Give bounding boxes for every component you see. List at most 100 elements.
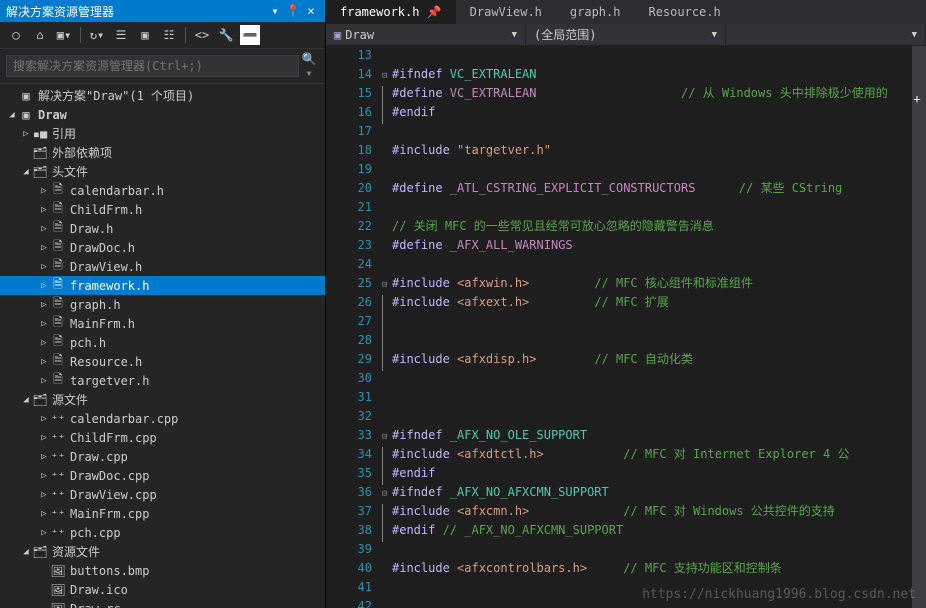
- code-content[interactable]: ⊟#ifndef VC_EXTRALEAN #define VC_EXTRALE…: [382, 46, 926, 608]
- search-icon[interactable]: 🔍▾: [299, 52, 319, 80]
- expand-icon[interactable]: ▷: [38, 319, 50, 329]
- search-input[interactable]: [6, 55, 299, 77]
- code-line[interactable]: ⊟#ifndef _AFX_NO_AFXCMN_SUPPORT: [382, 483, 926, 502]
- code-line[interactable]: #endif // _AFX_NO_AFXCMN_SUPPORT: [382, 521, 926, 540]
- tree-item[interactable]: ▷🗎graph.h: [0, 295, 325, 314]
- pin-icon[interactable]: 📍: [285, 4, 301, 18]
- tree-item[interactable]: ▷🗎Draw.h: [0, 219, 325, 238]
- scope-global-dropdown[interactable]: (全局范围) ▼: [526, 24, 726, 45]
- code-line[interactable]: #include <afxcmn.h> // MFC 对 Windows 公共控…: [382, 502, 926, 521]
- filter-icon[interactable]: ☰: [111, 25, 131, 45]
- code-line[interactable]: #define VC_EXTRALEAN // 从 Windows 头中排除极少…: [382, 84, 926, 103]
- expand-icon[interactable]: ◢: [20, 395, 32, 405]
- solution-tree[interactable]: ▣解决方案"Draw"(1 个项目)◢▣Draw▷▪■引用🗂外部依赖项◢🗂头文件…: [0, 84, 325, 608]
- refresh-icon[interactable]: ↻▾: [87, 25, 107, 45]
- expand-icon[interactable]: ▷: [38, 243, 50, 253]
- show-all-icon[interactable]: ▣: [135, 25, 155, 45]
- tree-item[interactable]: ▷⁺⁺ChildFrm.cpp: [0, 428, 325, 447]
- expand-icon[interactable]: ▷: [38, 224, 50, 234]
- expand-icon[interactable]: ▷: [38, 300, 50, 310]
- editor-tab[interactable]: framework.h 📌: [326, 0, 456, 24]
- tree-item[interactable]: ▷🗎targetver.h: [0, 371, 325, 390]
- code-line[interactable]: [382, 255, 926, 274]
- dropdown-icon[interactable]: ▾: [267, 4, 283, 18]
- tree-item[interactable]: ◢🗂源文件: [0, 390, 325, 409]
- tree-item[interactable]: ▷🗎framework.h: [0, 276, 325, 295]
- tree-item[interactable]: ▷⁺⁺MainFrm.cpp: [0, 504, 325, 523]
- expand-icon[interactable]: ▷: [20, 129, 32, 139]
- tree-item[interactable]: ◢🗂资源文件: [0, 542, 325, 561]
- tree-item[interactable]: ▷🗎MainFrm.h: [0, 314, 325, 333]
- code-line[interactable]: [382, 312, 926, 331]
- vertical-scrollbar[interactable]: [912, 46, 926, 608]
- editor-tab[interactable]: graph.h: [556, 0, 635, 24]
- home-icon[interactable]: ⌂: [30, 25, 50, 45]
- code-line[interactable]: [382, 540, 926, 559]
- expand-icon[interactable]: ▷: [38, 338, 50, 348]
- editor-tab[interactable]: DrawView.h: [456, 0, 556, 24]
- tree-item[interactable]: 🖼buttons.bmp: [0, 561, 325, 580]
- code-line[interactable]: #define _ATL_CSTRING_EXPLICIT_CONSTRUCTO…: [382, 179, 926, 198]
- expand-icon[interactable]: ▷: [38, 471, 50, 481]
- code-icon[interactable]: <>: [192, 25, 212, 45]
- code-line[interactable]: [382, 597, 926, 608]
- expand-icon[interactable]: ▷: [38, 281, 50, 291]
- code-line[interactable]: [382, 198, 926, 217]
- tree-item[interactable]: ◢▣Draw: [0, 105, 325, 124]
- code-line[interactable]: [382, 160, 926, 179]
- code-line[interactable]: [382, 369, 926, 388]
- properties-icon[interactable]: 🔧: [216, 25, 236, 45]
- split-icon[interactable]: +: [910, 92, 924, 106]
- code-line[interactable]: #include <afxdtctl.h> // MFC 对 Internet …: [382, 445, 926, 464]
- scope-member-dropdown[interactable]: ▼: [726, 24, 926, 45]
- expand-icon[interactable]: ▷: [38, 205, 50, 215]
- code-line[interactable]: [382, 46, 926, 65]
- expand-icon[interactable]: ◢: [20, 167, 32, 177]
- code-line[interactable]: [382, 331, 926, 350]
- tree-item[interactable]: ▷⁺⁺calendarbar.cpp: [0, 409, 325, 428]
- code-line[interactable]: ⊟#ifndef _AFX_NO_OLE_SUPPORT: [382, 426, 926, 445]
- tree-item[interactable]: ▷🗎pch.h: [0, 333, 325, 352]
- tree-item[interactable]: ▷🗎ChildFrm.h: [0, 200, 325, 219]
- tree-item[interactable]: ▷🗎calendarbar.h: [0, 181, 325, 200]
- tree-item[interactable]: ▷🗎DrawDoc.h: [0, 238, 325, 257]
- expand-icon[interactable]: ▷: [38, 528, 50, 538]
- code-line[interactable]: #include <afxdisp.h> // MFC 自动化类: [382, 350, 926, 369]
- code-line[interactable]: #include <afxext.h> // MFC 扩展: [382, 293, 926, 312]
- tree-item[interactable]: ◢🗂头文件: [0, 162, 325, 181]
- code-line[interactable]: #include <afxcontrolbars.h> // MFC 支持功能区…: [382, 559, 926, 578]
- code-line[interactable]: #include "targetver.h": [382, 141, 926, 160]
- sync-icon[interactable]: ▣▾: [54, 25, 74, 45]
- tree-item[interactable]: ▷🗎Resource.h: [0, 352, 325, 371]
- tree-item[interactable]: ▷⁺⁺Draw.cpp: [0, 447, 325, 466]
- tree-item[interactable]: 🖼Draw.rc: [0, 599, 325, 608]
- code-line[interactable]: ⊟#ifndef VC_EXTRALEAN: [382, 65, 926, 84]
- expand-icon[interactable]: ◢: [6, 110, 18, 120]
- code-line[interactable]: #endif: [382, 103, 926, 122]
- expand-icon[interactable]: ▷: [38, 414, 50, 424]
- expand-icon[interactable]: ▷: [38, 509, 50, 519]
- expand-icon[interactable]: ◢: [20, 547, 32, 557]
- back-icon[interactable]: ◯: [6, 25, 26, 45]
- code-line[interactable]: // 关闭 MFC 的一些常见且经常可放心忽略的隐藏警告消息: [382, 217, 926, 236]
- tree-item[interactable]: ▣解决方案"Draw"(1 个项目): [0, 86, 325, 105]
- tree-item[interactable]: ▷⁺⁺pch.cpp: [0, 523, 325, 542]
- collapse-icon[interactable]: ☷: [159, 25, 179, 45]
- expand-icon[interactable]: ▷: [38, 433, 50, 443]
- expand-icon[interactable]: ▷: [38, 452, 50, 462]
- tree-item[interactable]: ▷🗎DrawView.h: [0, 257, 325, 276]
- expand-icon[interactable]: ▷: [38, 376, 50, 386]
- tree-item[interactable]: ▷▪■引用: [0, 124, 325, 143]
- code-line[interactable]: [382, 578, 926, 597]
- scope-project-dropdown[interactable]: ▣ Draw ▼: [326, 24, 526, 45]
- code-line[interactable]: #define _AFX_ALL_WARNINGS: [382, 236, 926, 255]
- wrench-icon[interactable]: ➖: [240, 25, 260, 45]
- expand-icon[interactable]: ▷: [38, 186, 50, 196]
- code-line[interactable]: [382, 122, 926, 141]
- tree-item[interactable]: ▷⁺⁺DrawView.cpp: [0, 485, 325, 504]
- editor-tab[interactable]: Resource.h: [634, 0, 734, 24]
- code-line[interactable]: [382, 388, 926, 407]
- expand-icon[interactable]: ▷: [38, 357, 50, 367]
- tree-item[interactable]: ▷⁺⁺DrawDoc.cpp: [0, 466, 325, 485]
- expand-icon[interactable]: ▷: [38, 262, 50, 272]
